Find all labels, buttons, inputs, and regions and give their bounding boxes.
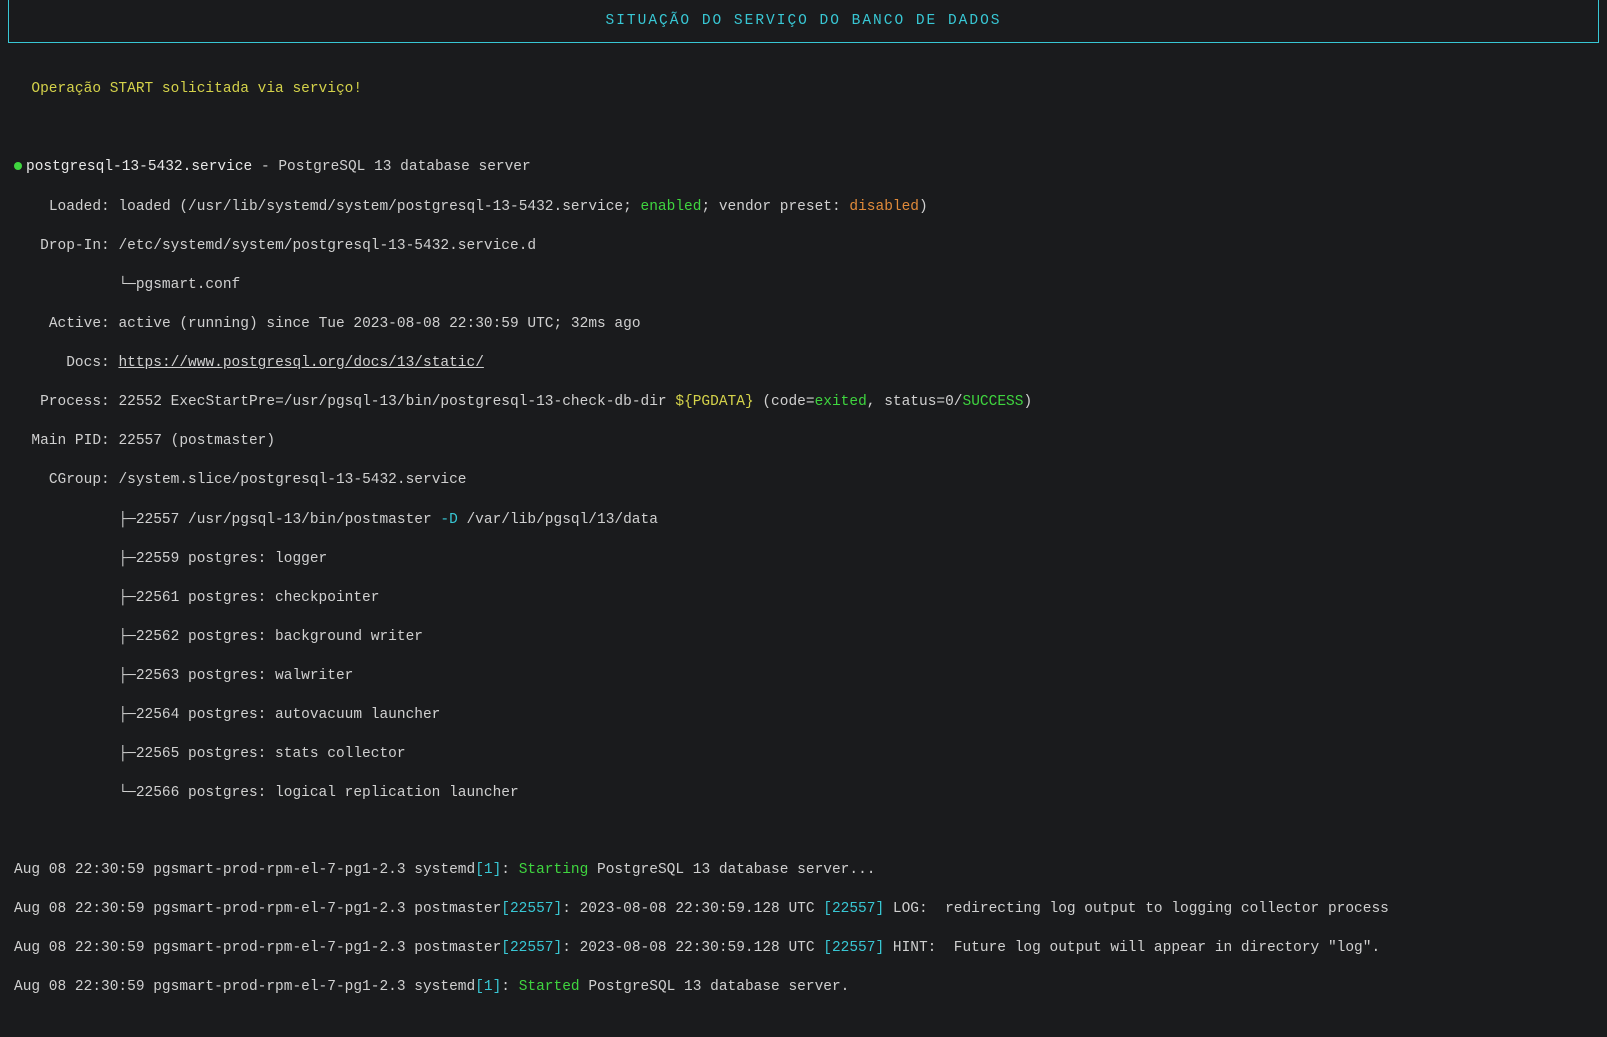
header-panel: SITUAÇÃO DO SERVIÇO DO BANCO DE DADOS: [8, 0, 1599, 43]
log-pid: [22557]: [501, 901, 562, 917]
dropin-label: Drop-In:: [40, 238, 110, 254]
cgroup-tree-2: ├─22559 postgres: logger: [14, 550, 1593, 570]
process-label: Process:: [40, 394, 110, 410]
cgroup-tree-6: ├─22564 postgres: autovacuum launcher: [14, 706, 1593, 726]
log-pid: [1]: [475, 979, 501, 995]
log-line-1: Aug 08 22:30:59 pgsmart-prod-rpm-el-7-pg…: [14, 861, 1593, 881]
cgroup-tree-5: ├─22563 postgres: walwriter: [14, 667, 1593, 687]
flag-d: -D: [440, 512, 457, 528]
cgroup-path: /system.slice/postgresql-13-5432.service: [118, 472, 466, 488]
log-line-2: Aug 08 22:30:59 pgsmart-prod-rpm-el-7-pg…: [14, 900, 1593, 920]
log-pid: [1]: [475, 862, 501, 878]
log-pid: [22557]: [823, 901, 884, 917]
log-action: Starting: [519, 862, 589, 878]
cgroup-tree-7: ├─22565 postgres: stats collector: [14, 745, 1593, 765]
service-desc: PostgreSQL 13 database server: [278, 159, 530, 175]
cgroup-tree-3: ├─22561 postgres: checkpointer: [14, 589, 1593, 609]
cgroup-tree-8: └─22566 postgres: logical replication la…: [14, 784, 1593, 804]
cgroup-line: CGroup: /system.slice/postgresql-13-5432…: [14, 471, 1593, 491]
operation-message: Operação START solicitada via serviço!: [14, 80, 1593, 100]
log-block: Aug 08 22:30:59 pgsmart-prod-rpm-el-7-pg…: [14, 842, 1593, 1018]
cgroup-label: CGroup:: [49, 472, 110, 488]
process-code: exited: [815, 394, 867, 410]
dropin-file: └─pgsmart.conf: [118, 277, 240, 293]
service-name: postgresql-13-5432.service: [26, 159, 252, 175]
process-line: Process: 22552 ExecStartPre=/usr/pgsql-1…: [14, 393, 1593, 413]
dropin-line: Drop-In: /etc/systemd/system/postgresql-…: [14, 237, 1593, 257]
docs-label: Docs:: [66, 355, 110, 371]
header-title: SITUAÇÃO DO SERVIÇO DO BANCO DE DADOS: [606, 13, 1002, 29]
log-line-4: Aug 08 22:30:59 pgsmart-prod-rpm-el-7-pg…: [14, 978, 1593, 998]
service-header-line: postgresql-13-5432.service - PostgreSQL …: [14, 158, 1593, 178]
log-pid: [22557]: [823, 940, 884, 956]
cgroup-tree-4: ├─22562 postgres: background writer: [14, 628, 1593, 648]
enabled-status: enabled: [641, 199, 702, 215]
mainpid-label: Main PID:: [31, 433, 109, 449]
dropin-file-line: └─pgsmart.conf: [14, 276, 1593, 296]
loaded-label: Loaded:: [49, 199, 110, 215]
docs-url[interactable]: https://www.postgresql.org/docs/13/stati…: [118, 355, 483, 371]
active-line: Active: active (running) since Tue 2023-…: [14, 315, 1593, 335]
terminal-output: Operação START solicitada via serviço! p…: [0, 43, 1607, 1037]
mainpid-value: 22557 (postmaster): [118, 433, 275, 449]
preset-status: disabled: [849, 199, 919, 215]
log-pid: [22557]: [501, 940, 562, 956]
mainpid-line: Main PID: 22557 (postmaster): [14, 432, 1593, 452]
active-value: active (running) since Tue 2023-08-08 22…: [118, 316, 640, 332]
loaded-line: Loaded: loaded (/usr/lib/systemd/system/…: [14, 198, 1593, 218]
cgroup-tree-1: ├─22557 /usr/pgsql-13/bin/postmaster -D …: [14, 511, 1593, 531]
op-msg-text: Operação START solicitada via serviço!: [31, 81, 362, 97]
process-status: SUCCESS: [963, 394, 1024, 410]
pgdata-var: ${PGDATA}: [675, 394, 753, 410]
log-line-3: Aug 08 22:30:59 pgsmart-prod-rpm-el-7-pg…: [14, 939, 1593, 959]
docs-line: Docs: https://www.postgresql.org/docs/13…: [14, 354, 1593, 374]
status-dot-icon: [14, 162, 22, 170]
log-action: Started: [519, 979, 580, 995]
dropin-path: /etc/systemd/system/postgresql-13-5432.s…: [118, 238, 536, 254]
active-label: Active:: [49, 316, 110, 332]
